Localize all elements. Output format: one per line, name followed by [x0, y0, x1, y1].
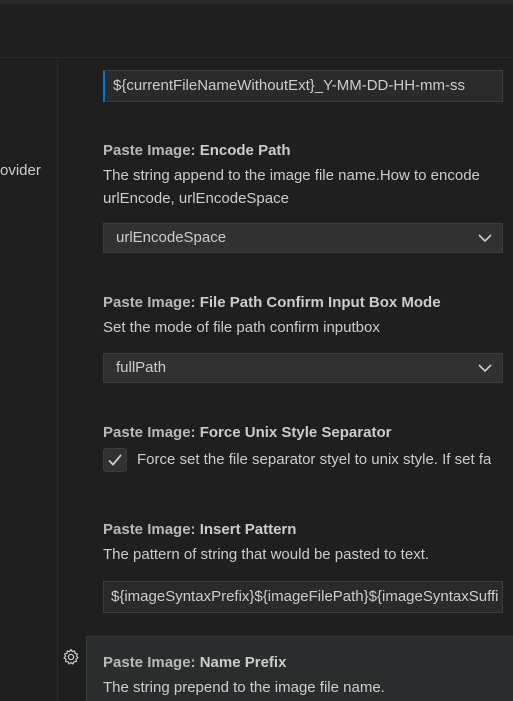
filename-format-input[interactable]: ${currentFileNameWithoutExt}_Y-MM-DD-HH-…: [103, 70, 503, 102]
setting-title: Paste Image: File Path Confirm Input Box…: [103, 294, 441, 311]
unix-separator-label[interactable]: Force set the file separator styel to un…: [137, 451, 491, 468]
setting-insert-pattern: Paste Image: Insert Pattern The pattern …: [103, 521, 513, 566]
setting-title: Paste Image: Encode Path: [103, 142, 291, 159]
setting-title: Paste Image: Insert Pattern: [103, 521, 297, 538]
setting-description: Set the mode of file path confirm inputb…: [103, 319, 380, 336]
setting-title: Paste Image: Force Unix Style Separator: [103, 424, 392, 441]
setting-title: Paste Image: Name Prefix: [103, 654, 287, 671]
settings-search-bar[interactable]: [0, 4, 513, 58]
encode-path-select[interactable]: urlEncodeSpace: [103, 223, 503, 253]
check-icon: [108, 454, 122, 466]
unix-separator-checkbox[interactable]: [103, 448, 127, 472]
settings-toc: ovider: [0, 58, 58, 701]
setting-unix-separator: Paste Image: Force Unix Style Separator: [103, 424, 513, 441]
chevron-down-icon: [478, 364, 492, 373]
confirm-mode-select[interactable]: fullPath: [103, 353, 503, 383]
toc-item[interactable]: ovider: [0, 162, 41, 179]
setting-description: The string prepend to the image file nam…: [103, 679, 385, 696]
chevron-down-icon: [478, 234, 492, 243]
setting-confirm-mode: Paste Image: File Path Confirm Input Box…: [103, 294, 513, 339]
insert-pattern-input[interactable]: ${imageSyntaxPrefix}${imageFilePath}${im…: [103, 581, 503, 613]
select-value: urlEncodeSpace: [116, 229, 227, 246]
setting-encode-path: Paste Image: Encode Path The string appe…: [103, 142, 513, 210]
select-value: fullPath: [116, 359, 167, 376]
setting-description: The pattern of string that would be past…: [103, 546, 430, 563]
settings-list: ${currentFileNameWithoutExt}_Y-MM-DD-HH-…: [58, 58, 513, 701]
gear-icon[interactable]: [62, 648, 80, 666]
setting-description: The string append to the image file name…: [103, 167, 480, 207]
setting-name-prefix: Paste Image: Name Prefix The string prep…: [103, 654, 513, 699]
